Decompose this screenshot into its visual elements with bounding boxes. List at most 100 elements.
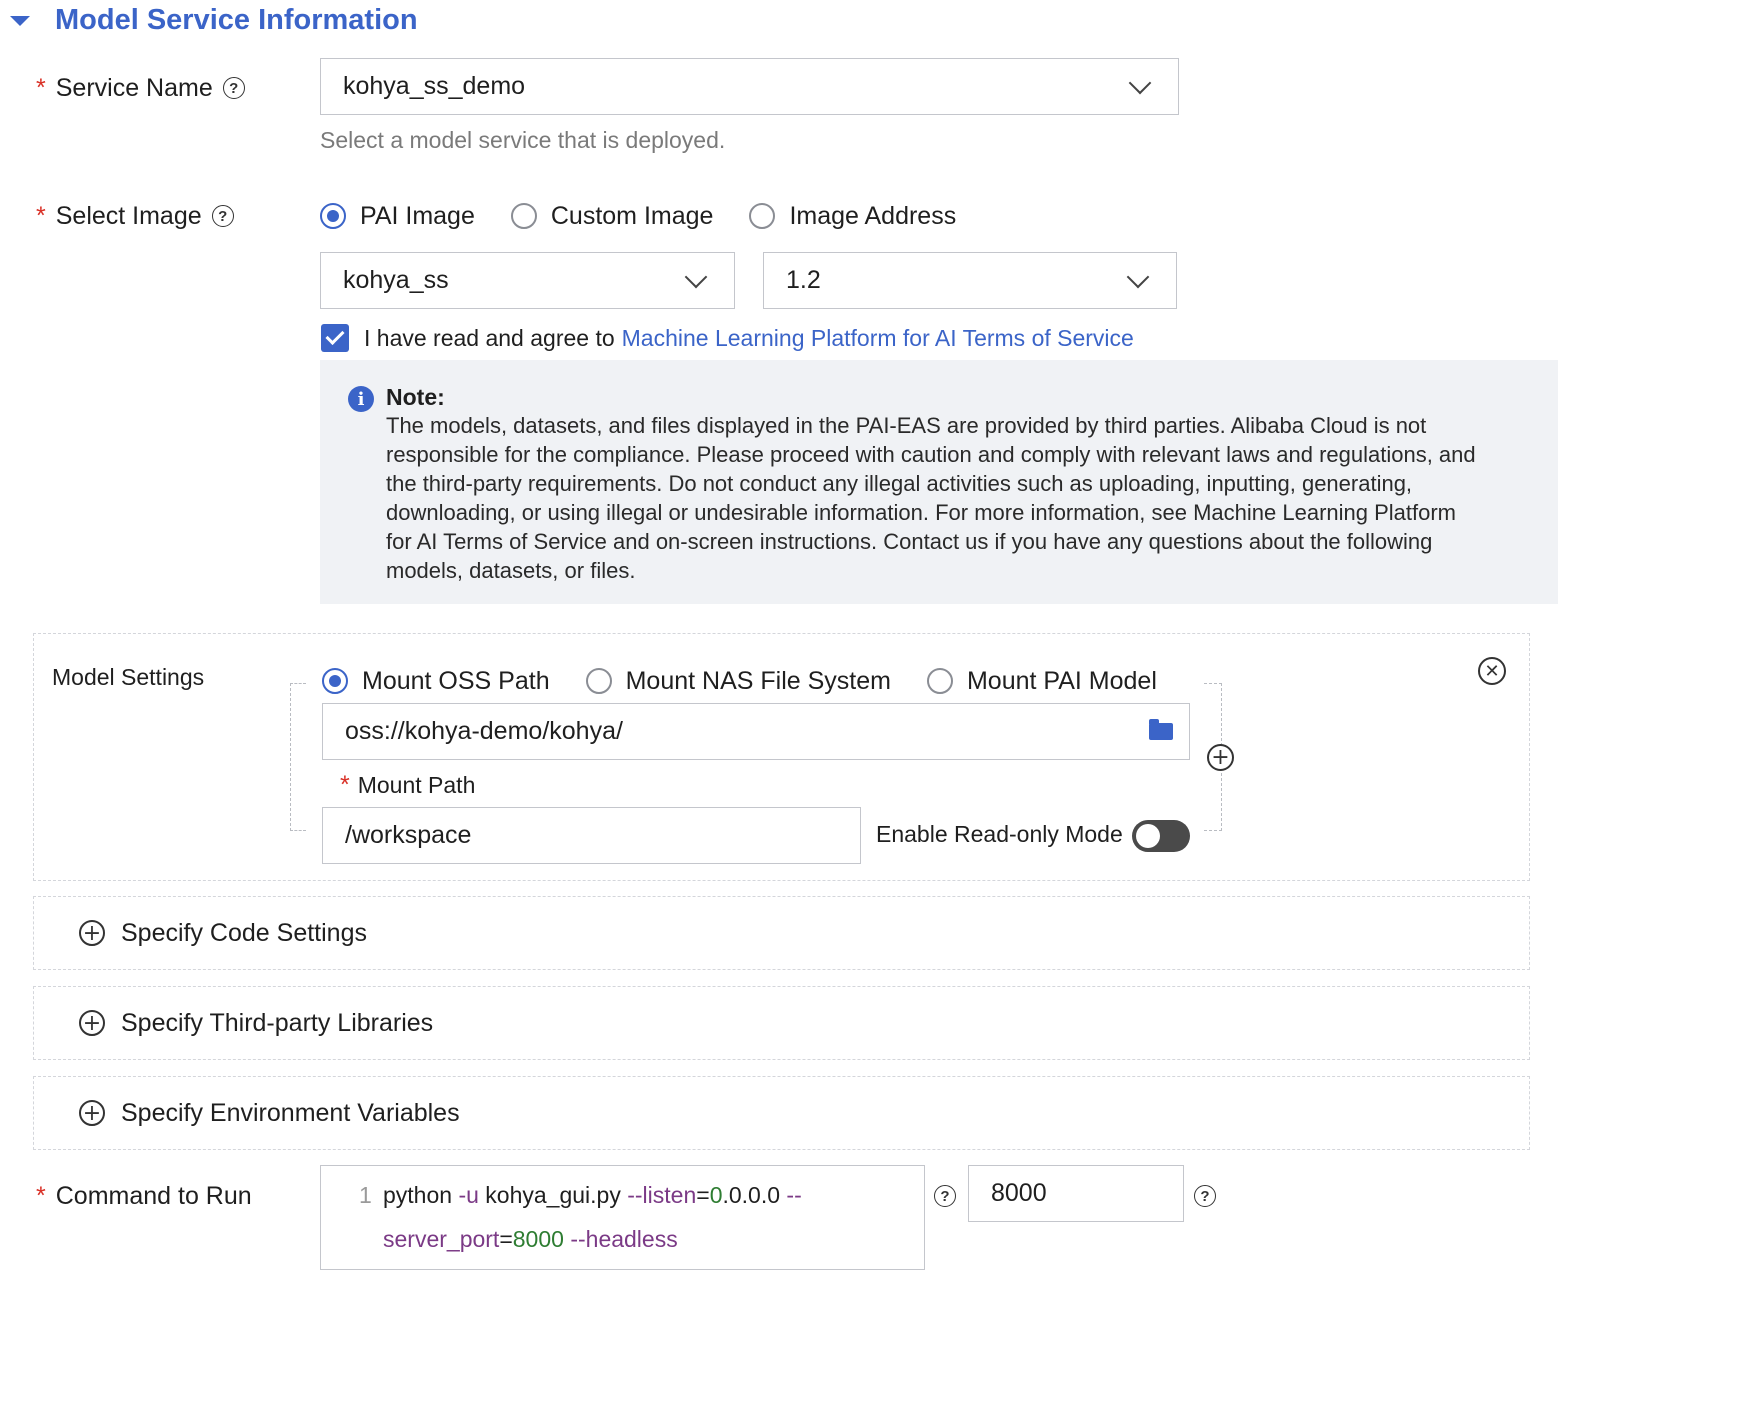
service-name-label-text: Service Name bbox=[55, 73, 213, 102]
radio-unselected-icon bbox=[749, 203, 776, 229]
command-editor[interactable]: 1 python -u kohya_gui.py --listen=0.0.0.… bbox=[320, 1165, 925, 1270]
radio-mount-nas[interactable]: Mount NAS File System bbox=[585, 666, 891, 696]
code-token: -u bbox=[458, 1182, 486, 1208]
service-name-select[interactable]: kohya_ss_demo bbox=[320, 58, 1179, 115]
add-mount-icon[interactable]: + bbox=[1207, 744, 1234, 771]
mount-path-input[interactable]: /workspace bbox=[322, 807, 861, 864]
command-line: server_port=8000 --headless bbox=[383, 1226, 678, 1253]
code-token: kohya_gui.py bbox=[485, 1182, 628, 1208]
code-token: 8000 bbox=[512, 1226, 564, 1252]
code-token: python bbox=[383, 1182, 459, 1208]
radio-label: Image Address bbox=[789, 201, 957, 230]
note-box: i Note: The models, datasets, and files … bbox=[320, 360, 1558, 604]
info-icon: i bbox=[348, 386, 374, 412]
agreement-row: I have read and agree to Machine Learnin… bbox=[321, 323, 1134, 353]
image-version-value: 1.2 bbox=[786, 266, 821, 294]
mount-path-label-text: Mount Path bbox=[357, 771, 476, 798]
radio-label: Mount NAS File System bbox=[625, 666, 891, 695]
radio-selected-icon bbox=[320, 203, 346, 229]
readonly-mode-label: Enable Read-only Mode bbox=[876, 821, 1123, 847]
oss-path-value: oss://kohya-demo/kohya/ bbox=[345, 717, 623, 745]
help-icon[interactable]: ? bbox=[211, 205, 234, 227]
environment-variables-expander[interactable]: + Specify Environment Variables bbox=[33, 1076, 1530, 1150]
radio-unselected-icon bbox=[585, 668, 612, 694]
expander-label: Specify Third-party Libraries bbox=[121, 1008, 434, 1037]
chevron-down-icon bbox=[1128, 71, 1152, 94]
note-line: downloading, or using illegal or undesir… bbox=[386, 500, 1457, 525]
command-label: * Command to Run bbox=[36, 1178, 252, 1214]
help-icon[interactable]: ? bbox=[222, 77, 245, 99]
chevron-down-icon bbox=[684, 265, 708, 288]
mount-type-radio-group: Mount OSS Path Mount NAS File System Mou… bbox=[322, 664, 1193, 698]
radio-unselected-icon bbox=[510, 203, 537, 229]
close-icon[interactable]: ✕ bbox=[1478, 657, 1506, 685]
radio-label: Mount OSS Path bbox=[362, 666, 550, 695]
note-line: models, datasets, or files. bbox=[386, 558, 636, 583]
image-select[interactable]: kohya_ss bbox=[320, 252, 735, 309]
code-token: -- bbox=[786, 1182, 802, 1208]
agreement-text: I have read and agree to bbox=[364, 324, 615, 351]
code-token: --headless bbox=[563, 1226, 678, 1252]
code-token: server_port bbox=[383, 1226, 500, 1252]
note-line: The models, datasets, and files displaye… bbox=[386, 413, 1427, 438]
expander-label: Specify Code Settings bbox=[121, 918, 367, 947]
required-asterisk: * bbox=[36, 1181, 46, 1210]
readonly-mode-toggle[interactable] bbox=[1132, 820, 1190, 852]
service-name-hint: Select a model service that is deployed. bbox=[320, 127, 726, 153]
expander-label: Specify Environment Variables bbox=[121, 1098, 460, 1127]
radio-selected-icon bbox=[322, 668, 348, 694]
radio-custom-image[interactable]: Custom Image bbox=[510, 201, 714, 231]
radio-label: Custom Image bbox=[550, 201, 714, 230]
chevron-down-icon bbox=[1126, 265, 1150, 288]
note-line: the third-party requirements. Do not con… bbox=[386, 471, 1413, 496]
radio-label: PAI Image bbox=[360, 201, 475, 230]
required-asterisk: * bbox=[340, 770, 350, 799]
code-token: .0.0.0 bbox=[722, 1182, 787, 1208]
caret-down-icon bbox=[10, 16, 30, 26]
code-settings-expander[interactable]: + Specify Code Settings bbox=[33, 896, 1530, 970]
plus-circle-icon: + bbox=[79, 1100, 105, 1126]
select-image-label: * Select Image ? bbox=[36, 198, 234, 234]
mount-group-bracket bbox=[290, 683, 306, 831]
image-source-radio-group: PAI Image Custom Image Image Address bbox=[320, 199, 992, 233]
code-token: = bbox=[696, 1182, 710, 1208]
plus-circle-icon: + bbox=[79, 920, 105, 946]
help-icon[interactable]: ? bbox=[1194, 1185, 1216, 1207]
image-version-select[interactable]: 1.2 bbox=[763, 252, 1177, 309]
code-token: = bbox=[499, 1226, 513, 1252]
radio-mount-pai-model[interactable]: Mount PAI Model bbox=[926, 666, 1157, 696]
image-select-value: kohya_ss bbox=[343, 266, 449, 294]
radio-label: Mount PAI Model bbox=[966, 666, 1157, 695]
radio-image-address[interactable]: Image Address bbox=[749, 202, 956, 231]
plus-circle-icon: + bbox=[79, 1010, 105, 1036]
note-line: responsible for the compliance. Please p… bbox=[386, 442, 1476, 467]
port-value: 8000 bbox=[991, 1179, 1047, 1207]
mount-path-label: * Mount Path bbox=[340, 770, 475, 800]
radio-unselected-icon bbox=[926, 668, 953, 694]
port-input[interactable]: 8000 bbox=[968, 1165, 1184, 1222]
terms-of-service-link[interactable]: Machine Learning Platform for AI Terms o… bbox=[622, 325, 1134, 352]
folder-icon[interactable] bbox=[1149, 719, 1173, 740]
note-text: The models, datasets, and files displaye… bbox=[386, 411, 1536, 585]
note-line: for AI Terms of Service and on-screen in… bbox=[386, 529, 1433, 554]
command-label-text: Command to Run bbox=[55, 1181, 252, 1210]
agreement-checkbox[interactable] bbox=[321, 324, 349, 352]
note-title: Note: bbox=[386, 384, 445, 410]
mount-path-value: /workspace bbox=[345, 821, 472, 849]
select-image-label-text: Select Image bbox=[55, 201, 202, 230]
section-header[interactable]: Model Service Information bbox=[10, 0, 418, 40]
radio-pai-image[interactable]: PAI Image bbox=[320, 202, 475, 231]
model-settings-label: Model Settings bbox=[52, 664, 205, 690]
service-name-label: * Service Name ? bbox=[36, 70, 245, 106]
third-party-libraries-expander[interactable]: + Specify Third-party Libraries bbox=[33, 986, 1530, 1060]
section-title: Model Service Information bbox=[55, 3, 418, 36]
code-token: --listen bbox=[627, 1182, 697, 1208]
radio-mount-oss-path[interactable]: Mount OSS Path bbox=[322, 667, 550, 696]
oss-path-input[interactable]: oss://kohya-demo/kohya/ bbox=[322, 703, 1190, 760]
help-icon[interactable]: ? bbox=[934, 1185, 956, 1207]
service-name-value: kohya_ss_demo bbox=[343, 72, 526, 100]
required-asterisk: * bbox=[36, 73, 46, 102]
line-number: 1 bbox=[359, 1182, 372, 1208]
code-token: 0 bbox=[709, 1182, 723, 1208]
required-asterisk: * bbox=[36, 201, 46, 230]
